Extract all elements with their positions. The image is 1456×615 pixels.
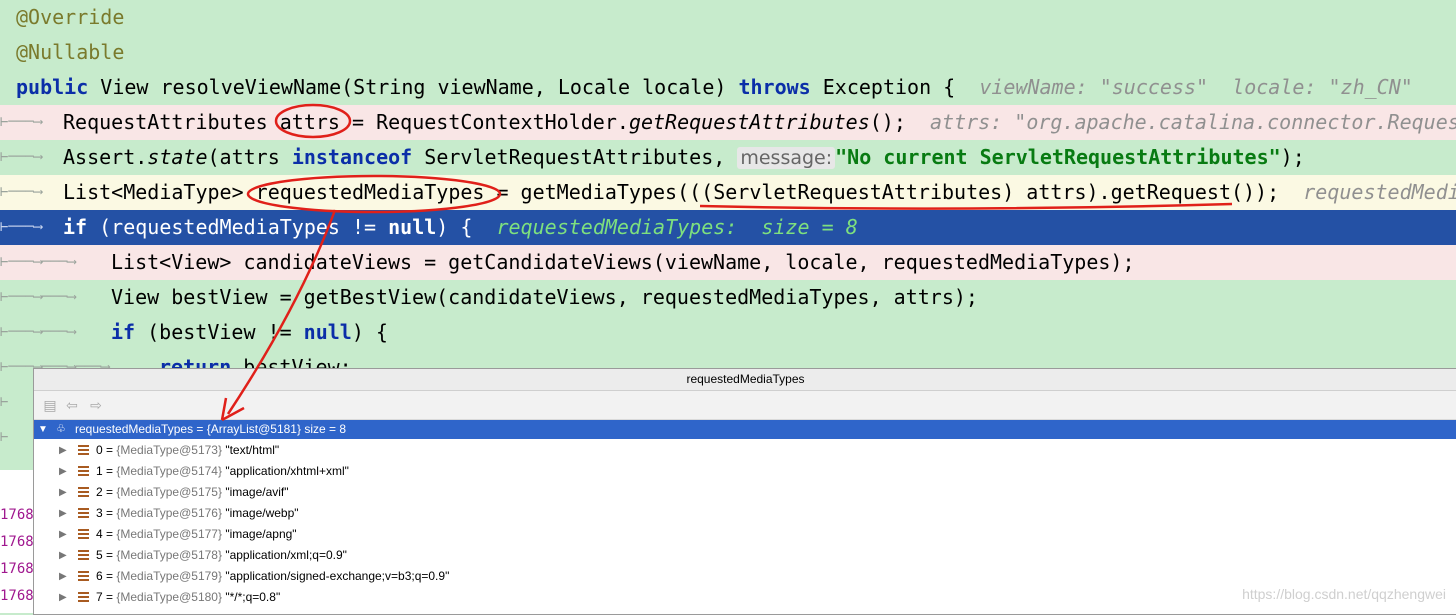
red-arrow-head-icon: [220, 397, 245, 422]
red-annotation-overlay: [220, 103, 1233, 422]
red-arrow-line: [226, 209, 337, 415]
red-circle-attrs: [274, 103, 352, 139]
red-underline-get-request: [699, 202, 1233, 210]
red-circle-requested-media-types: [246, 174, 502, 214]
